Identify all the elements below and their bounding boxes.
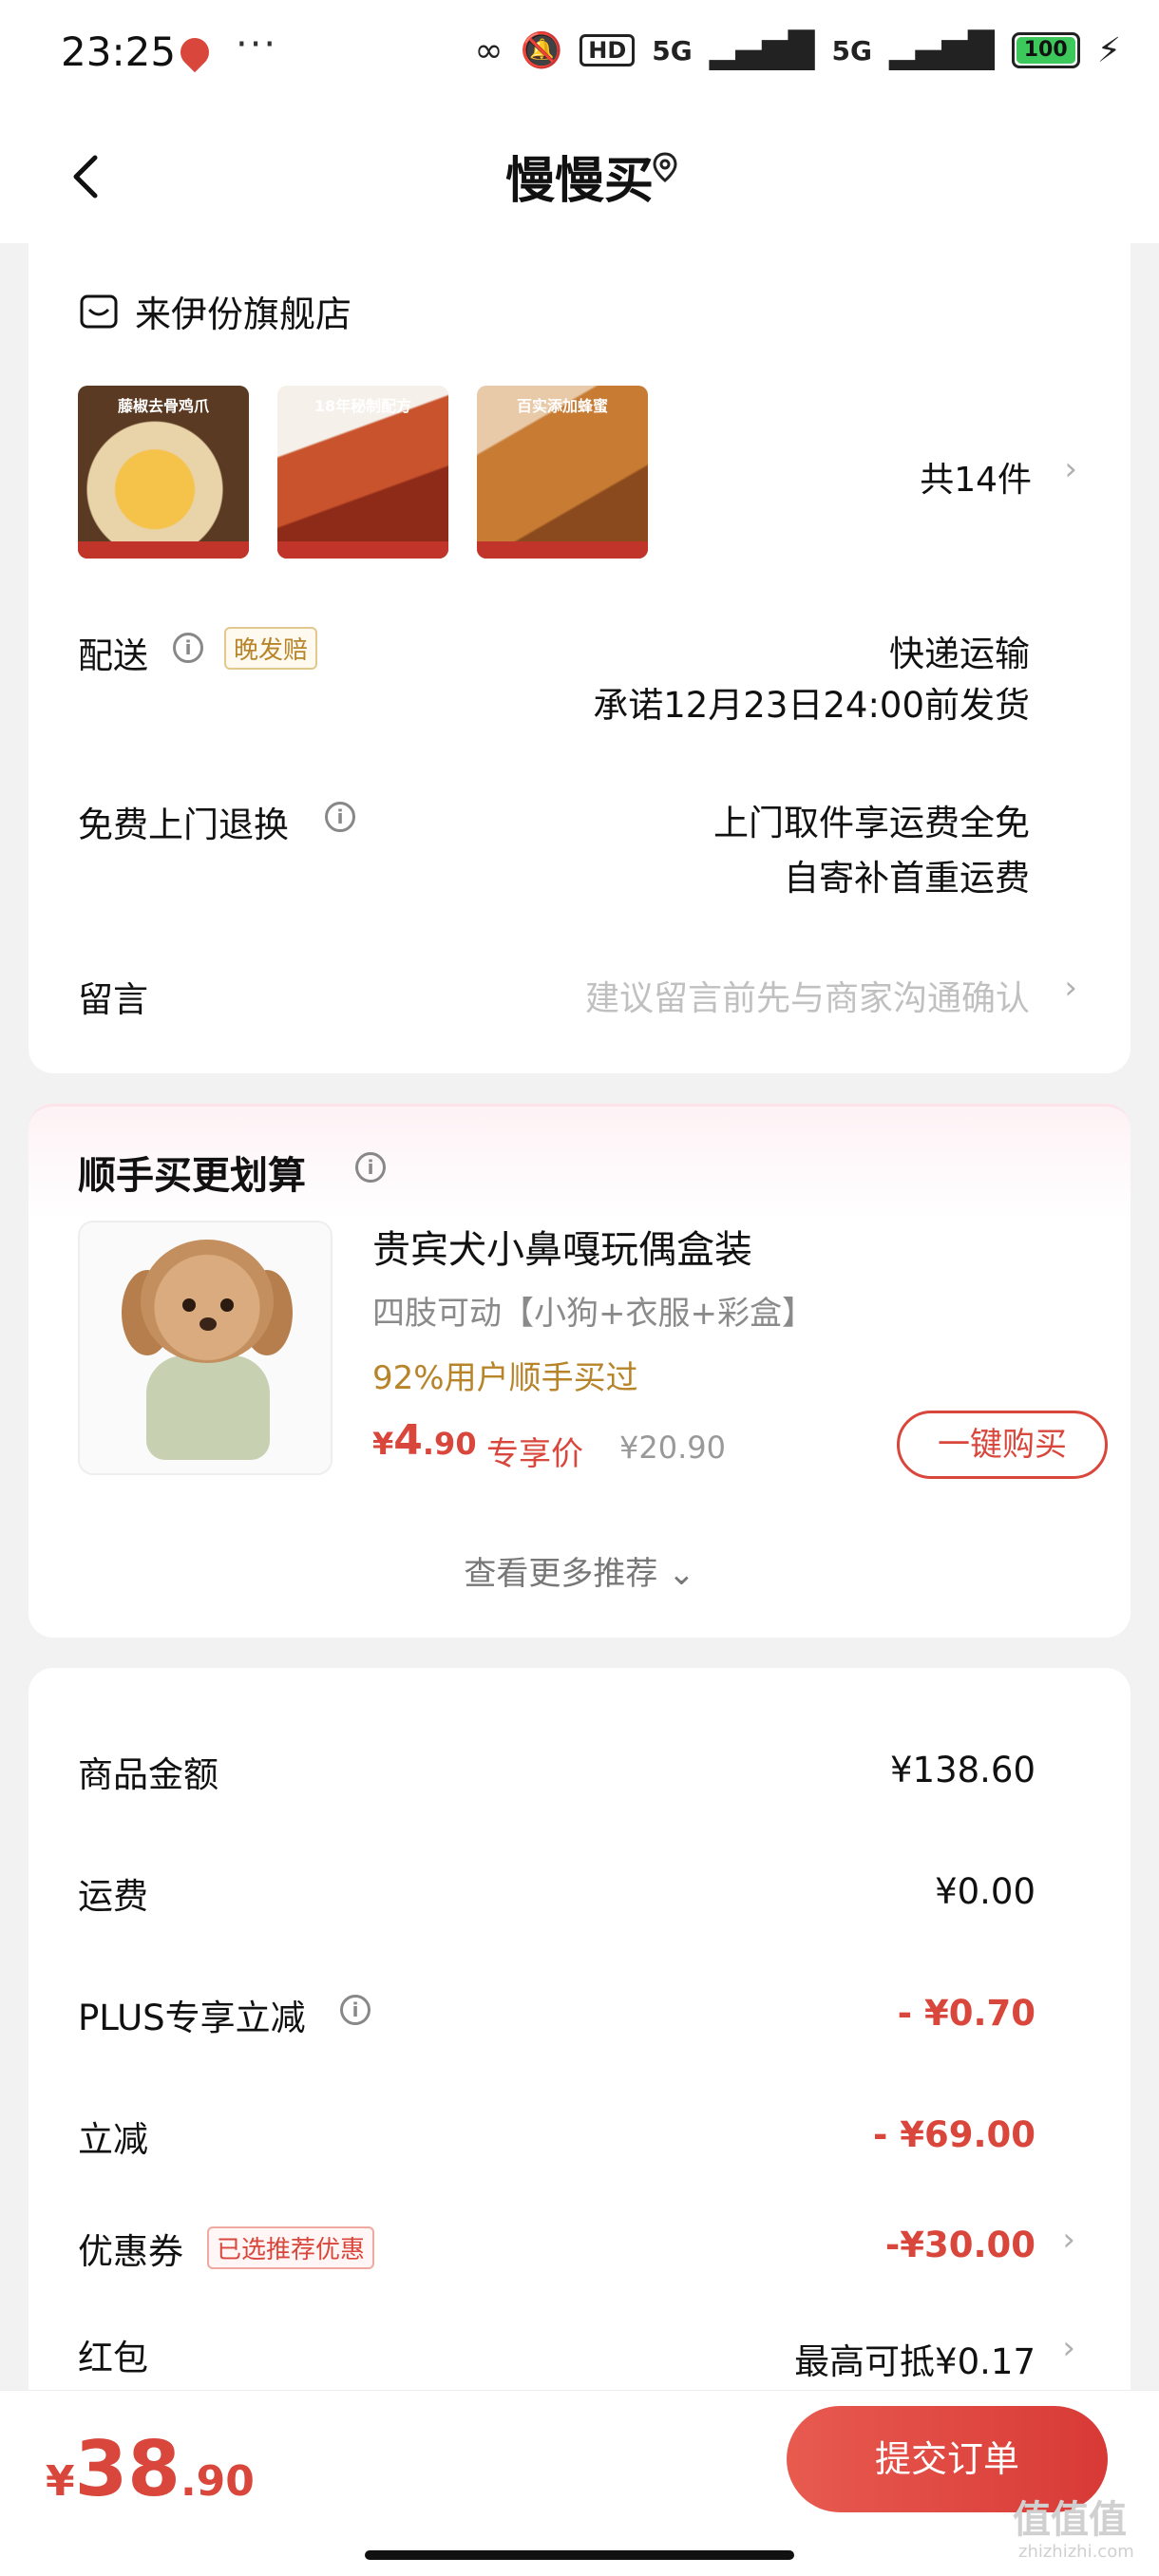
recommend-card: 顺手买更划算 i 贵宾犬小鼻嘎玩偶盒装 四肢可动【小狗+衣服+彩盒】 92%用户…	[28, 1104, 1130, 1638]
shipping-label: 运费	[78, 1876, 148, 1917]
chevron-right-icon[interactable]: ›	[1062, 2221, 1075, 2259]
battery-icon: 100	[1011, 32, 1080, 68]
charging-icon: ⚡	[1096, 30, 1121, 70]
link-icon: ∞	[474, 30, 504, 70]
more-dots-icon: ···	[236, 23, 278, 66]
signal-5g-1: 5G	[652, 34, 693, 66]
thumbnail-footer	[277, 541, 448, 559]
plus-discount-label: PLUS专享立减	[78, 1998, 306, 2038]
chevron-right-icon[interactable]: ›	[1064, 450, 1077, 488]
delivery-label: 配送	[78, 635, 148, 676]
store-name: 来伊份旗舰店	[135, 294, 352, 335]
watermark-logo: 值值值	[1013, 2498, 1127, 2542]
message-input[interactable]: 建议留言前先与商家沟通确认	[585, 971, 1030, 1020]
info-icon[interactable]: i	[355, 1152, 386, 1183]
coupon-value[interactable]: -¥30.00	[885, 2225, 1036, 2265]
info-icon[interactable]: i	[325, 802, 355, 832]
red-packet-label: 红包	[78, 2338, 148, 2378]
delivery-method: 快递运输	[889, 634, 1030, 674]
store-row[interactable]: 来伊份旗舰店	[78, 285, 352, 337]
thumbnail-footer	[477, 541, 648, 559]
battery-level: 100	[1016, 37, 1075, 64]
info-icon[interactable]: i	[173, 633, 203, 663]
status-time: 23:25	[61, 28, 177, 75]
view-more-recommendations[interactable]: 查看更多推荐 ⌄	[28, 1547, 1130, 1594]
recommend-price: ¥4.90	[372, 1416, 477, 1465]
delivery-promise: 承诺12月23日24:00前发货	[593, 685, 1030, 726]
thumbnail-caption: 藤椒去骨鸡爪	[117, 397, 209, 415]
signal-5g-2: 5G	[831, 34, 872, 66]
thumbnail-caption: 18年秘制配方	[314, 397, 412, 415]
thumbnail-footer	[78, 541, 249, 559]
return-label: 免费上门退换	[78, 805, 289, 845]
goods-amount-label: 商品金额	[78, 1754, 218, 1795]
social-proof: 92%用户顺手买过	[372, 1359, 638, 1397]
red-packet-value[interactable]: 最高可抵¥0.17	[794, 2333, 1036, 2384]
recommend-product-image[interactable]	[78, 1221, 332, 1475]
hd-badge: HD	[580, 34, 636, 66]
instant-discount-value: - ¥69.00	[872, 2114, 1036, 2155]
store-icon	[80, 294, 118, 328]
coupon-badge: 已选推荐优惠	[207, 2226, 375, 2269]
one-click-buy-button[interactable]: 一键购买	[897, 1411, 1108, 1479]
watermark-site: zhizhizhi.com	[1018, 2542, 1134, 2562]
status-bar: 23:25 ··· ∞ 🔕 HD 5G ▂▄▆█ 5G ▂▄▆█ 100 ⚡	[0, 0, 1159, 112]
signal-bars-icon: ▂▄▆█	[888, 30, 995, 70]
order-card: 来伊份旗舰店 藤椒去骨鸡爪 18年秘制配方 百实添加蜂蜜 共14件 › 配送 i…	[28, 237, 1130, 1073]
exclusive-price-label: 专享价	[486, 1435, 583, 1473]
product-thumbnail[interactable]: 百实添加蜂蜜	[477, 386, 648, 559]
thumbnail-caption: 百实添加蜂蜜	[516, 397, 608, 415]
status-icons: ∞ 🔕 HD 5G ▂▄▆█ 5G ▂▄▆█ 100 ⚡	[474, 30, 1121, 71]
product-thumbnail[interactable]: 藤椒去骨鸡爪	[78, 386, 249, 559]
original-price: ¥20.90	[619, 1430, 726, 1466]
recommend-product-title[interactable]: 贵宾犬小鼻嘎玩偶盒装	[372, 1219, 752, 1274]
map-pin-icon	[174, 31, 216, 73]
location-pin-icon[interactable]	[650, 152, 680, 182]
item-count[interactable]: 共14件	[920, 452, 1032, 502]
message-label: 留言	[78, 979, 148, 1020]
chevron-right-icon[interactable]: ›	[1064, 969, 1077, 1007]
plus-discount-value: - ¥0.70	[897, 1993, 1036, 2034]
signal-bars-icon: ▂▄▆█	[709, 30, 815, 70]
header: 慢慢买	[0, 112, 1159, 243]
recommend-product-spec: 四肢可动【小狗+衣服+彩盒】	[372, 1295, 814, 1333]
page-title: 慢慢买	[504, 153, 654, 210]
return-line-2: 自寄补首重运费	[784, 858, 1030, 899]
coupon-label: 优惠券	[78, 2231, 183, 2272]
return-line-1: 上门取件享运费全免	[713, 803, 1030, 843]
home-indicator[interactable]	[365, 2550, 794, 2560]
recommend-title: 顺手买更划算	[78, 1154, 306, 1198]
shipping-value: ¥0.00	[935, 1871, 1036, 1912]
mute-bell-icon: 🔕	[520, 31, 563, 70]
late-delivery-badge: 晚发赔	[224, 627, 318, 670]
product-thumbnail[interactable]: 18年秘制配方	[277, 386, 448, 559]
bottom-bar: ¥38.90 提交订单	[0, 2390, 1159, 2576]
info-icon[interactable]: i	[340, 1995, 370, 2025]
goods-amount-value: ¥138.60	[889, 1750, 1036, 1790]
order-total: ¥38.90	[46, 2425, 255, 2513]
chevron-right-icon[interactable]: ›	[1062, 2329, 1075, 2367]
instant-discount-label: 立减	[78, 2119, 148, 2160]
